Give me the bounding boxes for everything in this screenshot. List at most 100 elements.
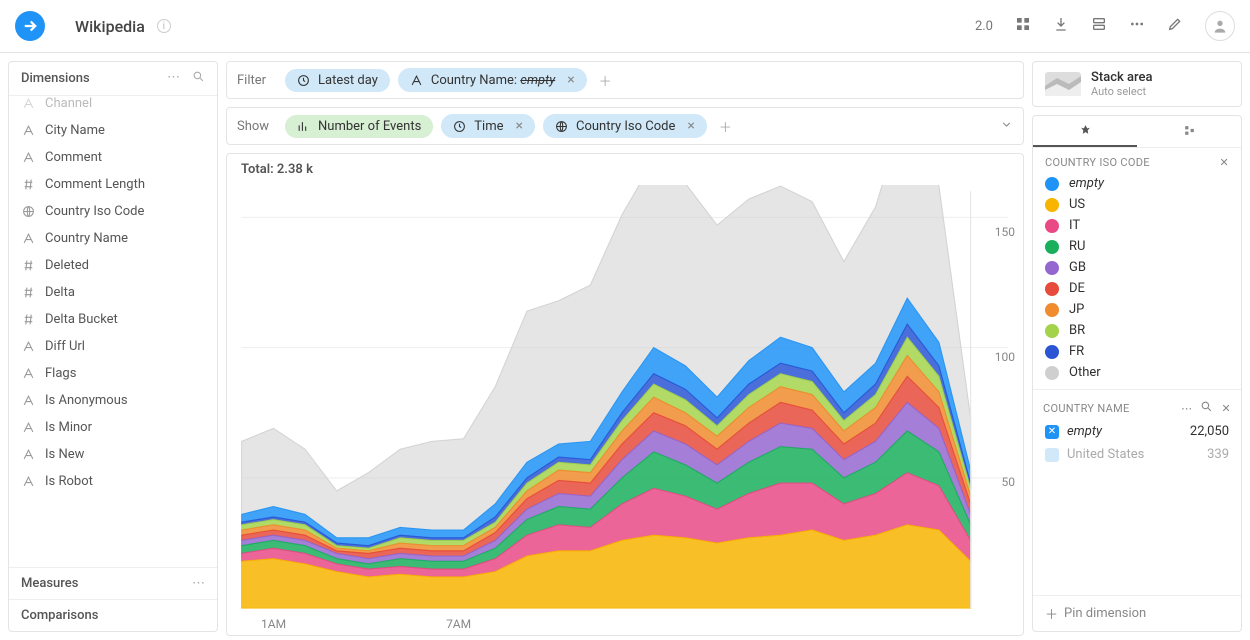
legend-swatch — [1045, 198, 1059, 212]
show-pill[interactable]: Time× — [441, 114, 535, 138]
legend-item[interactable]: JP — [1033, 299, 1241, 320]
legend-panel: COUNTRY ISO CODE ✕ emptyUSITRUGBDEJPBRFR… — [1032, 115, 1242, 632]
legend-item[interactable]: IT — [1033, 215, 1241, 236]
pill-close-icon[interactable]: × — [687, 118, 694, 134]
measures-title[interactable]: Measures — [21, 576, 192, 591]
stacked-area-chart[interactable]: 150 100 50 1AM 7AM — [227, 185, 1023, 635]
dimensions-panel: Dimensions ⋯ ChannelCity NameCommentComm… — [8, 61, 218, 632]
dimensions-search-icon[interactable] — [192, 70, 205, 87]
country-close-icon[interactable]: ✕ — [1221, 402, 1231, 415]
legend-item[interactable]: Other — [1033, 362, 1241, 383]
legend-label: GB — [1069, 260, 1086, 275]
vis-name: Stack area — [1091, 70, 1152, 85]
text-icon — [21, 340, 35, 353]
dimension-item[interactable]: Country Name — [9, 225, 217, 252]
series-tab[interactable] — [1137, 116, 1241, 147]
legend-swatch — [1045, 345, 1059, 359]
legend-close-icon[interactable]: ✕ — [1219, 156, 1229, 169]
pill-close-icon[interactable]: × — [567, 72, 574, 88]
legend-swatch — [1045, 240, 1059, 254]
legend-item[interactable]: GB — [1033, 257, 1241, 278]
dimension-item[interactable]: Comment Length — [9, 171, 217, 198]
dimension-label: City Name — [45, 123, 105, 138]
app-logo[interactable] — [15, 11, 45, 41]
x-tick: 7AM — [446, 617, 471, 631]
pin-tab[interactable] — [1033, 116, 1137, 147]
hash-icon — [21, 286, 35, 299]
info-icon[interactable]: i — [157, 19, 171, 33]
country-row[interactable]: ✕empty22,050 — [1033, 420, 1241, 443]
checkbox-unchecked-icon[interactable] — [1045, 448, 1059, 462]
hash-icon — [21, 178, 35, 191]
country-value: 339 — [1207, 447, 1229, 462]
dimension-item[interactable]: Is Minor — [9, 414, 217, 441]
legend-label: empty — [1069, 176, 1104, 191]
dimension-item[interactable]: Is New — [9, 441, 217, 468]
dimension-item[interactable]: Is Anonymous — [9, 387, 217, 414]
dimension-item[interactable]: Country Iso Code — [9, 198, 217, 225]
legend-item[interactable]: BR — [1033, 320, 1241, 341]
checkbox-checked-icon[interactable]: ✕ — [1045, 425, 1059, 439]
filter-pill[interactable]: Country Name: empty× — [398, 68, 587, 92]
dimension-item[interactable]: Diff Url — [9, 333, 217, 360]
show-add-icon[interactable]: ＋ — [715, 117, 736, 136]
server-icon[interactable] — [1091, 16, 1107, 36]
dimension-item[interactable]: City Name — [9, 117, 217, 144]
legend-swatch — [1045, 261, 1059, 275]
dimension-label: Comment Length — [45, 177, 145, 192]
edit-icon[interactable] — [1167, 16, 1183, 36]
download-icon[interactable] — [1053, 16, 1069, 36]
dimension-item[interactable]: Channel — [9, 96, 217, 117]
legend-swatch — [1045, 324, 1059, 338]
legend-label: DE — [1069, 281, 1085, 296]
legend-item[interactable]: RU — [1033, 236, 1241, 257]
show-pill[interactable]: Country Iso Code× — [543, 114, 707, 138]
x-tick: 1AM — [261, 617, 286, 631]
globe-icon — [21, 205, 35, 218]
dimension-label: Comment — [45, 150, 102, 165]
filter-pill[interactable]: Latest day — [285, 69, 390, 92]
visualization-selector[interactable]: Stack area Auto select — [1032, 61, 1242, 107]
pin-dimension-button[interactable]: ＋ Pin dimension — [1033, 595, 1241, 631]
pill-close-icon[interactable]: × — [516, 118, 523, 134]
legend-swatch — [1045, 219, 1059, 233]
legend-item[interactable]: US — [1033, 194, 1241, 215]
country-row[interactable]: United States339 — [1033, 443, 1241, 466]
dimension-item[interactable]: Deleted — [9, 252, 217, 279]
dimension-item[interactable]: Flags — [9, 360, 217, 387]
show-expand-icon[interactable] — [1000, 118, 1013, 135]
dimensions-more-icon[interactable]: ⋯ — [167, 70, 180, 87]
pin-label: Pin dimension — [1064, 606, 1146, 621]
legend-label: US — [1069, 197, 1085, 212]
legend-swatch — [1045, 177, 1059, 191]
legend-label: IT — [1069, 218, 1080, 233]
measures-more-icon[interactable]: ⋯ — [192, 576, 205, 591]
dimension-label: Deleted — [45, 258, 89, 273]
comparisons-title[interactable]: Comparisons — [21, 608, 205, 623]
filter-add-icon[interactable]: ＋ — [595, 71, 616, 90]
dimension-label: Delta Bucket — [45, 312, 118, 327]
legend-item[interactable]: DE — [1033, 278, 1241, 299]
legend-label: RU — [1069, 239, 1085, 254]
total-label: Total: — [241, 162, 277, 177]
dimension-item[interactable]: Delta Bucket — [9, 306, 217, 333]
dimension-item[interactable]: Delta — [9, 279, 217, 306]
country-label: empty — [1067, 424, 1182, 439]
panels-icon[interactable] — [1015, 16, 1031, 36]
country-more-icon[interactable]: ⋯ — [1181, 402, 1192, 415]
user-avatar[interactable] — [1205, 11, 1235, 41]
legend-item[interactable]: empty — [1033, 173, 1241, 194]
country-search-icon[interactable] — [1200, 400, 1213, 416]
more-icon[interactable] — [1129, 16, 1145, 36]
filter-row: Filter Latest dayCountry Name: empty× ＋ — [226, 61, 1024, 99]
dimension-item[interactable]: Is Robot — [9, 468, 217, 495]
page-title: Wikipedia — [75, 17, 145, 36]
show-pill[interactable]: Number of Events — [285, 115, 433, 138]
text-icon — [21, 421, 35, 434]
legend-item[interactable]: FR — [1033, 341, 1241, 362]
legend-swatch — [1045, 303, 1059, 317]
dimension-label: Delta — [45, 285, 75, 300]
dimension-label: Channel — [45, 96, 92, 111]
dimension-item[interactable]: Comment — [9, 144, 217, 171]
show-row: Show Number of EventsTime×Country Iso Co… — [226, 107, 1024, 145]
